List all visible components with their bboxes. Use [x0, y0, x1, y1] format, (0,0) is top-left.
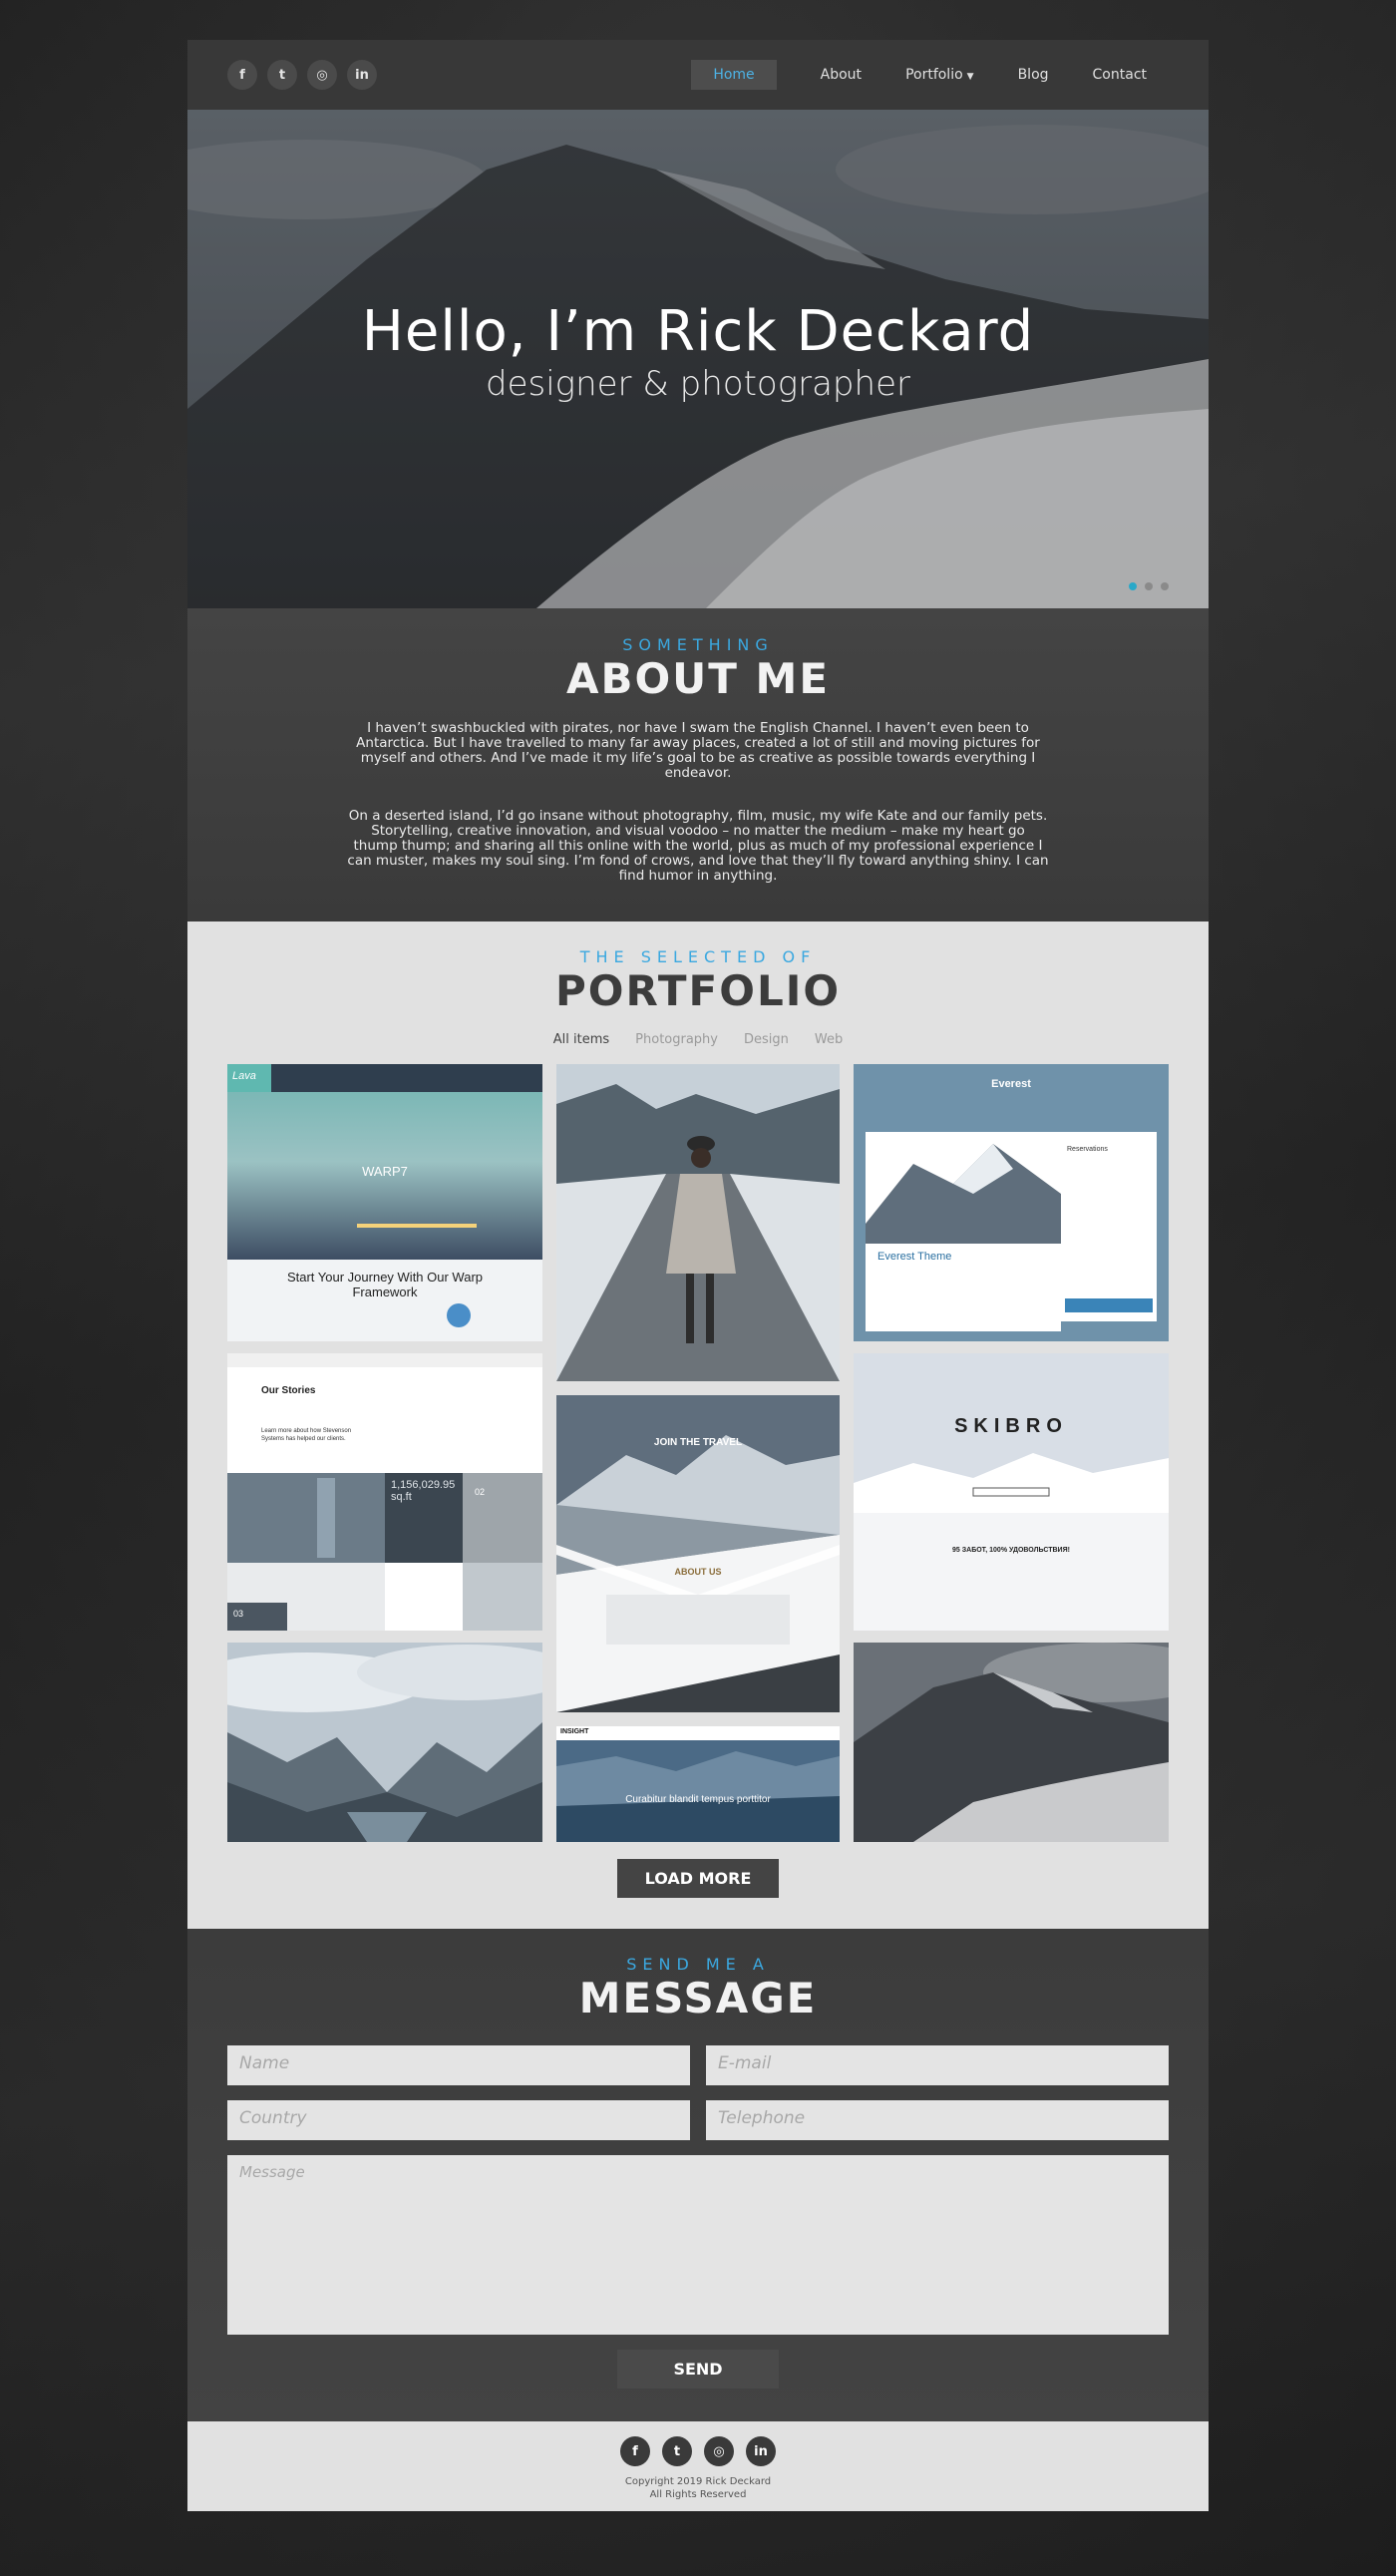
facebook-icon[interactable]: f [227, 60, 257, 90]
stories-badge: 02 [475, 1487, 486, 1497]
linkedin-icon[interactable]: in [746, 2436, 776, 2466]
about-eyebrow: SOMETHING [622, 635, 774, 654]
everest-heading: Everest Theme [877, 1251, 952, 1263]
portfolio-item-road[interactable] [556, 1064, 840, 1381]
warp-thumbnail [227, 1064, 542, 1341]
footer: f t ◎ in Copyright 2019 Rick Deckard All… [187, 2421, 1209, 2511]
footer-social-links: f t ◎ in [187, 2436, 1209, 2466]
name-field[interactable]: Name [227, 2045, 690, 2085]
slider-dots [1129, 582, 1169, 590]
caret-down-icon: ▼ [966, 72, 974, 82]
nav-portfolio[interactable]: Portfolio ▼ [883, 60, 996, 90]
skibro-tagline: 95 ЗАБОТ, 100% УДОВОЛЬСТВИЯ! [952, 1547, 1070, 1554]
instagram-icon[interactable]: ◎ [704, 2436, 734, 2466]
portfolio-title: PORTFOLIO [554, 966, 842, 1015]
filter-web[interactable]: Web [815, 1032, 843, 1047]
message-eyebrow: SEND ME A [626, 1955, 770, 1974]
rights-text: All Rights Reserved [649, 2489, 747, 2500]
travel-heading: JOIN THE TRAVEL [653, 1437, 743, 1448]
nav-home[interactable]: Home [691, 60, 777, 90]
warp-logo: Lava [232, 1070, 256, 1082]
page-container: f t ◎ in Home About Portfolio ▼ Blog Cont… [187, 40, 1209, 2511]
portfolio-item-skibro[interactable]: SKIBRO 95 ЗАБОТ, 100% УДОВОЛЬСТВИЯ! [854, 1353, 1169, 1631]
lake-photo [227, 1643, 542, 1842]
filter-all-items[interactable]: All items [553, 1032, 609, 1047]
slider-dot-1[interactable] [1129, 582, 1137, 590]
copyright-text: Copyright 2019 Rick Deckard [624, 2476, 772, 2487]
send-button[interactable]: SEND [617, 2350, 779, 2389]
facebook-icon[interactable]: f [620, 2436, 650, 2466]
filter-design[interactable]: Design [744, 1032, 789, 1047]
message-title: MESSAGE [578, 1974, 818, 2023]
social-links: f t ◎ in [227, 60, 377, 90]
portfolio-eyebrow: THE SELECTED OF [579, 947, 817, 966]
slider-dot-3[interactable] [1161, 582, 1169, 590]
hero-subtitle: designer & photographer [486, 364, 910, 404]
portfolio-filters: All items Photography Design Web [187, 1032, 1209, 1047]
linkedin-icon[interactable]: in [347, 60, 377, 90]
about-paragraph-2: On a deserted island, I’d go insane with… [347, 808, 1049, 884]
portfolio-item-stories[interactable]: Our Stories Learn more about how Stevens… [227, 1353, 542, 1631]
hero-slider: Hello, I’m Rick Deckard designer & photo… [187, 110, 1209, 608]
telephone-field[interactable]: Telephone [706, 2100, 1169, 2140]
country-field[interactable]: Country [227, 2100, 690, 2140]
instagram-icon[interactable]: ◎ [307, 60, 337, 90]
stories-tagline: Learn more about how Stevenson Systems h… [261, 1428, 352, 1442]
nav-blog[interactable]: Blog [996, 60, 1071, 90]
portfolio-item-lake[interactable] [227, 1643, 542, 1842]
insight-thumbnail [556, 1726, 840, 1842]
portfolio-item-insight[interactable]: INSIGHT Curabitur blandit tempus porttit… [556, 1726, 840, 1842]
top-navbar: f t ◎ in Home About Portfolio ▼ Blog Cont… [187, 40, 1209, 110]
everest-logo: Everest [991, 1078, 1031, 1090]
portfolio-item-travel[interactable]: JOIN THE TRAVEL ABOUT US [556, 1395, 840, 1712]
travel-about: ABOUT US [674, 1567, 722, 1577]
skibro-logo: SKIBRO [954, 1415, 1068, 1437]
portfolio-section: THE SELECTED OF PORTFOLIO All items Phot… [187, 921, 1209, 1929]
nav-portfolio-label: Portfolio [905, 67, 963, 83]
about-section: SOMETHING ABOUT ME I haven’t swashbuckle… [187, 608, 1209, 921]
road-photo [556, 1064, 840, 1381]
message-field[interactable]: Message [227, 2155, 1169, 2335]
load-more-button[interactable]: LOAD MORE [617, 1859, 779, 1898]
twitter-icon[interactable]: t [662, 2436, 692, 2466]
warp-brand: WARP7 [362, 1164, 408, 1179]
insight-caption: Curabitur blandit tempus porttitor [625, 1794, 771, 1805]
main-menu: Home About Portfolio ▼ Blog Contact [691, 60, 1169, 90]
hero-title: Hello, I’m Rick Deckard [361, 299, 1035, 364]
everest-thumbnail [854, 1064, 1169, 1341]
portfolio-item-warp[interactable]: Lava WARP7 Start Your Journey With Our W… [227, 1064, 542, 1341]
warp-caption: Start Your Journey With Our Warp Framewo… [286, 1270, 484, 1299]
insight-logo: INSIGHT [560, 1728, 589, 1735]
portfolio-item-everest[interactable]: Everest Everest Theme Reservations [854, 1064, 1169, 1341]
skibro-thumbnail [854, 1353, 1169, 1631]
filter-photography[interactable]: Photography [635, 1032, 718, 1047]
nav-about[interactable]: About [799, 60, 883, 90]
stories-stat: 1,156,029.95 sq.ft [391, 1479, 456, 1503]
stories-badge-2: 03 [233, 1609, 244, 1619]
everest-panel-title: Reservations [1067, 1146, 1108, 1153]
slider-dot-2[interactable] [1145, 582, 1153, 590]
twitter-icon[interactable]: t [267, 60, 297, 90]
nav-contact[interactable]: Contact [1071, 60, 1169, 90]
about-paragraph-1: I haven’t swashbuckled with pirates, nor… [356, 720, 1040, 781]
about-title: ABOUT ME [565, 654, 831, 703]
mountain-photo [854, 1643, 1169, 1842]
email-field[interactable]: E-mail [706, 2045, 1169, 2085]
stories-title: Our Stories [261, 1385, 316, 1396]
portfolio-item-mountain[interactable] [854, 1643, 1169, 1842]
contact-section: SEND ME A MESSAGE Name E-mail Country Te… [187, 1929, 1209, 2421]
